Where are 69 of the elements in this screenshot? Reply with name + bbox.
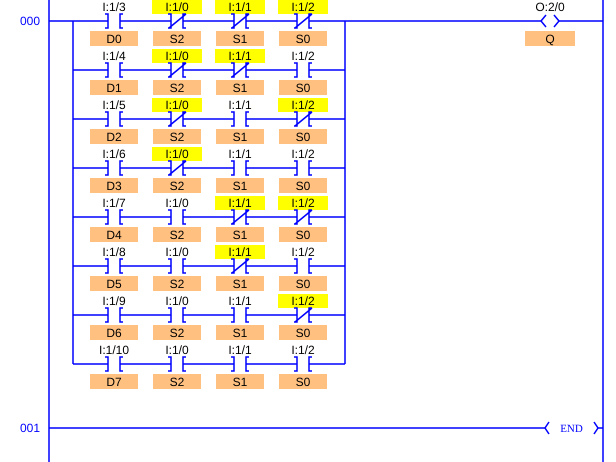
address-label: I:1/0 [152,0,202,14]
address-label: I:1/6 [102,147,126,161]
address-label: I:1/1 [215,0,265,14]
address-label: I:1/0 [152,147,202,161]
address-label: I:1/2 [291,343,315,357]
tag-label: S0 [279,374,327,389]
address-label: I:1/0 [165,245,189,259]
address-label: I:1/1 [228,98,252,112]
tag-label: S2 [153,227,201,242]
address-label: I:1/2 [278,98,328,112]
tag-label: D6 [90,325,138,340]
tag-label: S0 [279,276,327,291]
address-label: I:1/0 [165,196,189,210]
address-label: I:1/1 [228,147,252,161]
tag-label: S0 [279,178,327,193]
tag-label: S2 [153,374,201,389]
address-label: I:1/1 [215,245,265,259]
rung-number: 001 [20,421,40,435]
address-label: I:1/7 [102,196,126,210]
address-label: I:1/2 [278,0,328,14]
tag-label: D4 [90,227,138,242]
address-label: I:1/4 [102,49,126,63]
tag-label: Q [525,31,575,46]
tag-label: S1 [216,129,264,144]
tag-label: S1 [216,80,264,95]
address-label: I:1/0 [152,98,202,112]
address-label: I:1/8 [102,245,126,259]
address-label: I:1/2 [291,147,315,161]
address-label: I:1/10 [98,343,130,357]
tag-label: S0 [279,31,327,46]
tag-label: S0 [279,227,327,242]
tag-label: D3 [90,178,138,193]
tag-label: S0 [279,129,327,144]
end-instruction: END [544,421,599,435]
tag-label: S2 [153,178,201,193]
address-label: I:1/0 [152,49,202,63]
address-label: I:1/1 [228,294,252,308]
tag-label: S2 [153,31,201,46]
tag-label: S1 [216,325,264,340]
tag-label: D2 [90,129,138,144]
address-label: I:1/2 [291,245,315,259]
tag-label: S2 [153,129,201,144]
address-label: I:1/0 [165,343,189,357]
tag-label: S2 [153,80,201,95]
tag-label: D5 [90,276,138,291]
tag-label: S1 [216,374,264,389]
tag-label: S0 [279,80,327,95]
address-label: I:1/5 [102,98,126,112]
tag-label: D1 [90,80,138,95]
address-label: I:1/1 [215,196,265,210]
tag-label: D7 [90,374,138,389]
address-label: I:1/0 [165,294,189,308]
address-label: I:1/1 [215,49,265,63]
tag-label: S2 [153,325,201,340]
address-label: I:1/2 [278,196,328,210]
tag-label: S1 [216,227,264,242]
tag-label: S1 [216,276,264,291]
address-label: I:1/9 [102,294,126,308]
address-label: I:1/2 [278,294,328,308]
address-label: I:1/2 [291,49,315,63]
tag-label: S2 [153,276,201,291]
address-label: I:1/1 [228,343,252,357]
rung-number: 000 [20,14,40,28]
tag-label: S0 [279,325,327,340]
address-label: I:1/3 [102,0,126,14]
tag-label: S1 [216,31,264,46]
tag-label: D0 [90,31,138,46]
tag-label: S1 [216,178,264,193]
address-label: O:2/0 [535,0,565,14]
